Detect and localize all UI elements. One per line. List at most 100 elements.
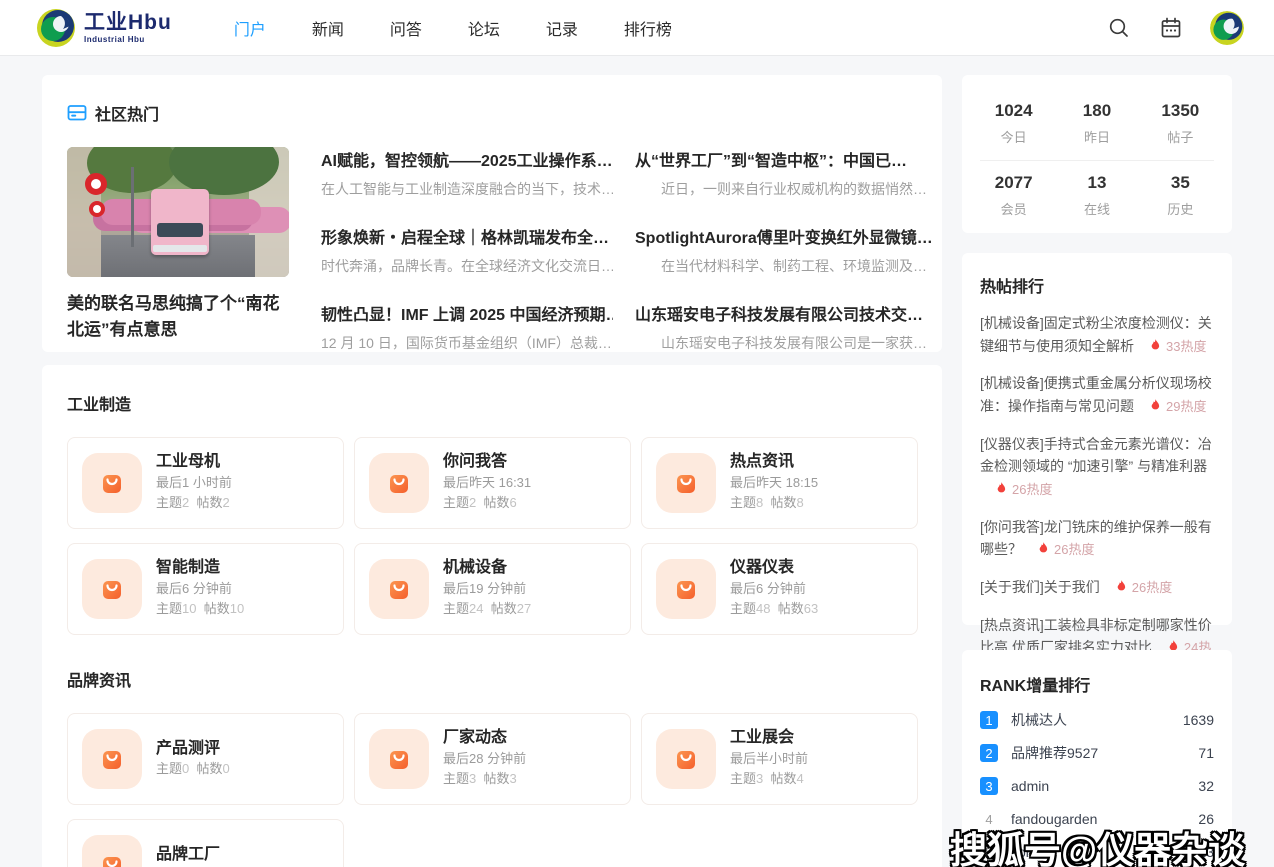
forum-last: 最后28 分钟前 <box>443 749 526 769</box>
nav-item-qa[interactable]: 问答 <box>390 16 422 40</box>
hot-post-item[interactable]: [仪器仪表]手持式合金元素光谱仪：冶金检测领域的 “加速引擎” 与精准利器26热… <box>980 433 1214 501</box>
article-item[interactable]: 山东瑶安电子科技发展有限公司技术交… 山东瑶安电子科技发展有限公司是一家获… <box>635 301 933 353</box>
forum-stats: 主题3 帖数4 <box>730 769 808 789</box>
rank-panel: RANK增量排行 1 机械达人 1639 2 品牌推荐9527 71 3 adm… <box>962 650 1232 867</box>
featured-article-title[interactable]: 美的联名马思纯搞了个“南花北运”有点意思 <box>67 291 289 344</box>
industrial-forum-grid: 工业母机 最后1 小时前 主题2 帖数2 你问我答 最后昨天 16:31 主题2… <box>67 437 917 635</box>
rank-user[interactable]: fandougarden <box>1011 811 1097 827</box>
hot-post-item[interactable]: [机械设备]固定式粉尘浓度检测仪：关键细节与使用须知全解析33热度 <box>980 312 1214 357</box>
forum-last: 最后半小时前 <box>730 749 808 769</box>
community-hot-panel: 社区热门 美的联名马思纯搞了个“南花北运”有点意思 AI赋能，智控领航——202… <box>42 75 942 352</box>
forum-stats: 主题24 帖数27 <box>443 599 531 619</box>
forum-title[interactable]: 产品测评 <box>156 739 230 760</box>
nav-item-records[interactable]: 记录 <box>546 16 578 40</box>
article-title[interactable]: 韧性凸显！IMF 上调 2025 中国经济预期… <box>321 301 613 325</box>
forum-title[interactable]: 机械设备 <box>443 558 531 579</box>
hot-post-item[interactable]: [机械设备]便携式重金属分析仪现场校准：操作指南与常见问题29热度 <box>980 372 1214 417</box>
article-item[interactable]: AI赋能，智控领航——2025工业操作系… 在人工智能与工业制造深度融合的当下，… <box>321 147 613 199</box>
forum-stats: 主题2 帖数6 <box>443 493 531 513</box>
forum-title[interactable]: 智能制造 <box>156 558 244 579</box>
bag-icon <box>82 453 142 513</box>
nav-item-forum[interactable]: 论坛 <box>468 16 500 40</box>
site-logo[interactable]: 工业Hbu Industrial Hbu <box>36 8 172 48</box>
rank-row[interactable]: 3 admin 32 <box>980 777 1214 795</box>
stats-panel: 1024今日 180昨日 1350帖子 2077会员 13在线 35历史 <box>962 75 1232 233</box>
forum-title[interactable]: 仪器仪表 <box>730 558 818 579</box>
forum-title[interactable]: 厂家动态 <box>443 728 526 749</box>
article-item[interactable]: 韧性凸显！IMF 上调 2025 中国经济预期… 12 月 10 日，国际货币基… <box>321 301 613 353</box>
forum-card[interactable]: 产品测评 主题0 帖数0 <box>67 713 344 805</box>
forum-title[interactable]: 品牌工厂 <box>156 845 230 866</box>
forum-card[interactable]: 品牌工厂 主题0 帖数0 <box>67 819 344 867</box>
article-title[interactable]: AI赋能，智控领航——2025工业操作系… <box>321 147 613 171</box>
forum-card[interactable]: 智能制造 最后6 分钟前 主题10 帖数10 <box>67 543 344 635</box>
article-subtitle: 山东瑶安电子科技发展有限公司是一家获… <box>635 333 933 353</box>
forum-card[interactable]: 你问我答 最后昨天 16:31 主题2 帖数6 <box>354 437 631 529</box>
rank-value: 26 <box>1198 811 1214 827</box>
forum-last: 最后昨天 18:15 <box>730 473 818 493</box>
forum-last: 最后6 分钟前 <box>156 579 244 599</box>
article-title[interactable]: 山东瑶安电子科技发展有限公司技术交… <box>635 301 933 325</box>
forum-title[interactable]: 热点资讯 <box>730 452 818 473</box>
flame-icon <box>1116 580 1127 593</box>
hot-posts-title: 热帖排行 <box>980 273 1214 297</box>
article-subtitle: 时代奔涌，品牌长青。在全球经济文化交流日… <box>321 256 613 276</box>
nav-item-ranking[interactable]: 排行榜 <box>624 16 672 40</box>
stat-online: 13在线 <box>1055 163 1138 230</box>
article-item[interactable]: SpotlightAurora傅里叶变换红外显微镜… 在当代材料科学、制药工程、… <box>635 224 933 276</box>
logo-text: 工业Hbu Industrial Hbu <box>84 12 172 44</box>
stat-history: 35历史 <box>1139 163 1222 230</box>
flame-icon <box>1150 399 1161 412</box>
rank-user[interactable]: 品牌推荐9527 <box>1011 743 1098 763</box>
rank-badge: 1 <box>980 711 998 729</box>
bag-icon <box>369 453 429 513</box>
forum-card[interactable]: 仪器仪表 最后6 分钟前 主题48 帖数63 <box>641 543 918 635</box>
forum-stats: 主题10 帖数10 <box>156 599 244 619</box>
hot-post-item[interactable]: [关于我们]关于我们26热度 <box>980 576 1214 599</box>
forum-stats: 主题2 帖数2 <box>156 493 232 513</box>
stat-posts: 1350帖子 <box>1139 91 1222 158</box>
forum-stats: 主题3 帖数3 <box>443 769 526 789</box>
article-subtitle: 12 月 10 日，国际货币基金组织（IMF）总裁… <box>321 333 613 353</box>
search-icon[interactable] <box>1106 15 1132 41</box>
rank-row[interactable]: 1 机械达人 1639 <box>980 711 1214 729</box>
forum-card[interactable]: 厂家动态 最后28 分钟前 主题3 帖数3 <box>354 713 631 805</box>
forum-title[interactable]: 工业母机 <box>156 452 232 473</box>
bag-icon <box>656 559 716 619</box>
featured-article-image[interactable] <box>67 147 289 277</box>
article-title[interactable]: SpotlightAurora傅里叶变换红外显微镜… <box>635 224 933 248</box>
bag-icon <box>656 729 716 789</box>
hot-post-item[interactable]: [你问我答]龙门铣床的维护保养一般有哪些？26热度 <box>980 516 1214 561</box>
nav-item-portal[interactable]: 门户 <box>234 16 266 40</box>
rank-row[interactable]: 4 fandougarden 26 <box>980 810 1214 828</box>
forum-last: 最后1 小时前 <box>156 473 232 493</box>
article-list-col3: 从“世界工厂”到“智造中枢”：中国已… 近日，一则来自行业权威机构的数据悄然… … <box>635 147 933 378</box>
forum-title[interactable]: 工业展会 <box>730 728 808 749</box>
calendar-icon[interactable] <box>1158 15 1184 41</box>
forum-card[interactable]: 机械设备 最后19 分钟前 主题24 帖数27 <box>354 543 631 635</box>
nav-item-news[interactable]: 新闻 <box>312 16 344 40</box>
rank-user[interactable]: koikk <box>1011 844 1043 860</box>
rank-number: 4 <box>980 810 998 828</box>
rank-user[interactable]: 机械达人 <box>1011 710 1067 730</box>
article-title[interactable]: 形象焕新・启程全球｜格林凯瑞发布全… <box>321 224 613 248</box>
rank-row[interactable]: 2 品牌推荐9527 71 <box>980 744 1214 762</box>
rank-row[interactable]: 5 koikk 23 <box>980 843 1214 861</box>
logo-subtitle: Industrial Hbu <box>84 36 172 44</box>
article-subtitle: 在人工智能与工业制造深度融合的当下，技术… <box>321 179 613 199</box>
main-nav: 门户 新闻 问答 论坛 记录 排行榜 <box>234 16 672 40</box>
forum-title[interactable]: 你问我答 <box>443 452 531 473</box>
article-title[interactable]: 从“世界工厂”到“智造中枢”：中国已… <box>635 147 933 171</box>
forum-stats: 主题8 帖数8 <box>730 493 818 513</box>
bag-icon <box>82 835 142 867</box>
user-avatar[interactable] <box>1210 11 1244 45</box>
rank-value: 23 <box>1198 844 1214 860</box>
forum-card[interactable]: 工业母机 最后1 小时前 主题2 帖数2 <box>67 437 344 529</box>
stat-members: 2077会员 <box>972 163 1055 230</box>
forum-card[interactable]: 工业展会 最后半小时前 主题3 帖数4 <box>641 713 918 805</box>
article-item[interactable]: 从“世界工厂”到“智造中枢”：中国已… 近日，一则来自行业权威机构的数据悄然… <box>635 147 933 199</box>
bag-icon <box>82 729 142 789</box>
forum-card[interactable]: 热点资讯 最后昨天 18:15 主题8 帖数8 <box>641 437 918 529</box>
rank-user[interactable]: admin <box>1011 778 1049 794</box>
article-item[interactable]: 形象焕新・启程全球｜格林凯瑞发布全… 时代奔涌，品牌长青。在全球经济文化交流日… <box>321 224 613 276</box>
